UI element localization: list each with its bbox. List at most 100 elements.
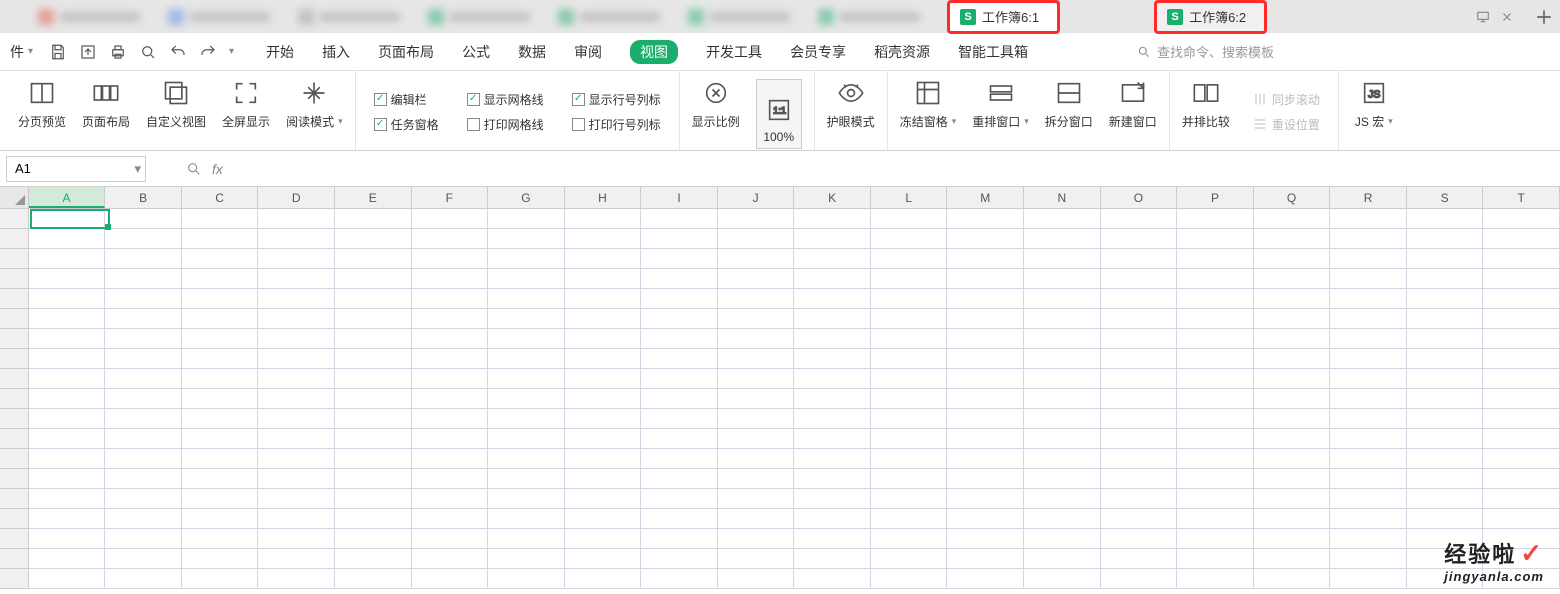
cell[interactable] [488,209,565,229]
cell[interactable] [29,449,106,469]
row-header[interactable] [0,489,29,509]
cell[interactable] [1254,409,1331,429]
cell[interactable] [105,489,182,509]
cell[interactable] [412,209,489,229]
cell[interactable] [947,289,1024,309]
cell[interactable] [29,549,106,569]
cell[interactable] [718,389,795,409]
cell[interactable] [412,409,489,429]
cell[interactable] [1024,249,1101,269]
cell[interactable] [871,249,948,269]
cell[interactable] [641,429,718,449]
undo-icon[interactable] [169,43,187,61]
tab-docer[interactable]: 稻壳资源 [874,42,930,62]
row-header[interactable] [0,329,29,349]
cell[interactable] [335,309,412,329]
cell[interactable] [1254,329,1331,349]
cell[interactable] [488,569,565,589]
cell[interactable] [258,229,335,249]
cell[interactable] [1101,269,1178,289]
cell[interactable] [182,549,259,569]
cell[interactable] [718,409,795,429]
cell[interactable] [1483,229,1560,249]
cell[interactable] [565,389,642,409]
cell[interactable] [1024,429,1101,449]
tab-page-layout[interactable]: 页面布局 [378,42,434,62]
cell[interactable] [1254,309,1331,329]
cell[interactable] [335,409,412,429]
cell[interactable] [1177,549,1254,569]
cell[interactable] [641,389,718,409]
cell[interactable] [29,349,106,369]
cell[interactable] [1330,469,1407,489]
cell[interactable] [412,389,489,409]
cell[interactable] [1483,349,1560,369]
cell[interactable] [105,409,182,429]
cell[interactable] [947,349,1024,369]
cell[interactable] [1177,389,1254,409]
cell[interactable] [718,369,795,389]
cell[interactable] [335,329,412,349]
cell[interactable] [1101,289,1178,309]
print-icon[interactable] [109,43,127,61]
row-header[interactable] [0,369,29,389]
cell[interactable] [1483,289,1560,309]
close-icon[interactable] [1500,10,1514,24]
cell[interactable] [641,309,718,329]
cell[interactable] [871,389,948,409]
cell[interactable] [1101,369,1178,389]
cell[interactable] [1024,409,1101,429]
cell[interactable] [947,549,1024,569]
row-header[interactable] [0,349,29,369]
cell[interactable] [105,549,182,569]
cell[interactable] [1177,269,1254,289]
cell[interactable] [1254,289,1331,309]
print-headings-checkbox[interactable]: 打印行号列标 [572,116,661,133]
cell[interactable] [565,209,642,229]
cell[interactable] [794,209,871,229]
cell[interactable] [182,369,259,389]
col-header[interactable]: F [412,187,489,208]
cell[interactable] [1330,409,1407,429]
cell[interactable] [182,449,259,469]
cell[interactable] [947,449,1024,469]
cell[interactable] [794,469,871,489]
cell[interactable] [1101,489,1178,509]
tab-smart[interactable]: 智能工具箱 [958,42,1028,62]
cell[interactable] [1177,369,1254,389]
cell[interactable] [412,249,489,269]
cell[interactable] [1177,409,1254,429]
cell[interactable] [182,409,259,429]
cell[interactable] [105,529,182,549]
cell[interactable] [565,449,642,469]
cell[interactable] [1407,509,1484,529]
cell[interactable] [871,329,948,349]
cell[interactable] [641,409,718,429]
cell[interactable] [29,389,106,409]
cell[interactable] [1024,349,1101,369]
cell[interactable] [1254,349,1331,369]
cell[interactable] [335,389,412,409]
tab-data[interactable]: 数据 [518,42,546,62]
cell[interactable] [1024,229,1101,249]
cell[interactable] [947,369,1024,389]
custom-view-button[interactable]: 自定义视图 [146,79,206,130]
cell[interactable] [947,569,1024,589]
cell[interactable] [1330,309,1407,329]
tab-member[interactable]: 会员专享 [790,42,846,62]
cell[interactable] [182,569,259,589]
cell[interactable] [794,449,871,469]
presentation-icon[interactable] [1476,10,1490,24]
page-layout-button[interactable]: 页面布局 [82,79,130,130]
cell[interactable] [794,369,871,389]
cell[interactable] [258,509,335,529]
row-header[interactable] [0,389,29,409]
cell[interactable] [488,389,565,409]
cell[interactable] [565,549,642,569]
cell[interactable] [947,309,1024,329]
cell[interactable] [1407,409,1484,429]
zoom-button[interactable]: 显示比例 [692,79,740,130]
cell[interactable] [1407,329,1484,349]
cell[interactable] [258,549,335,569]
col-header[interactable]: R [1330,187,1407,208]
